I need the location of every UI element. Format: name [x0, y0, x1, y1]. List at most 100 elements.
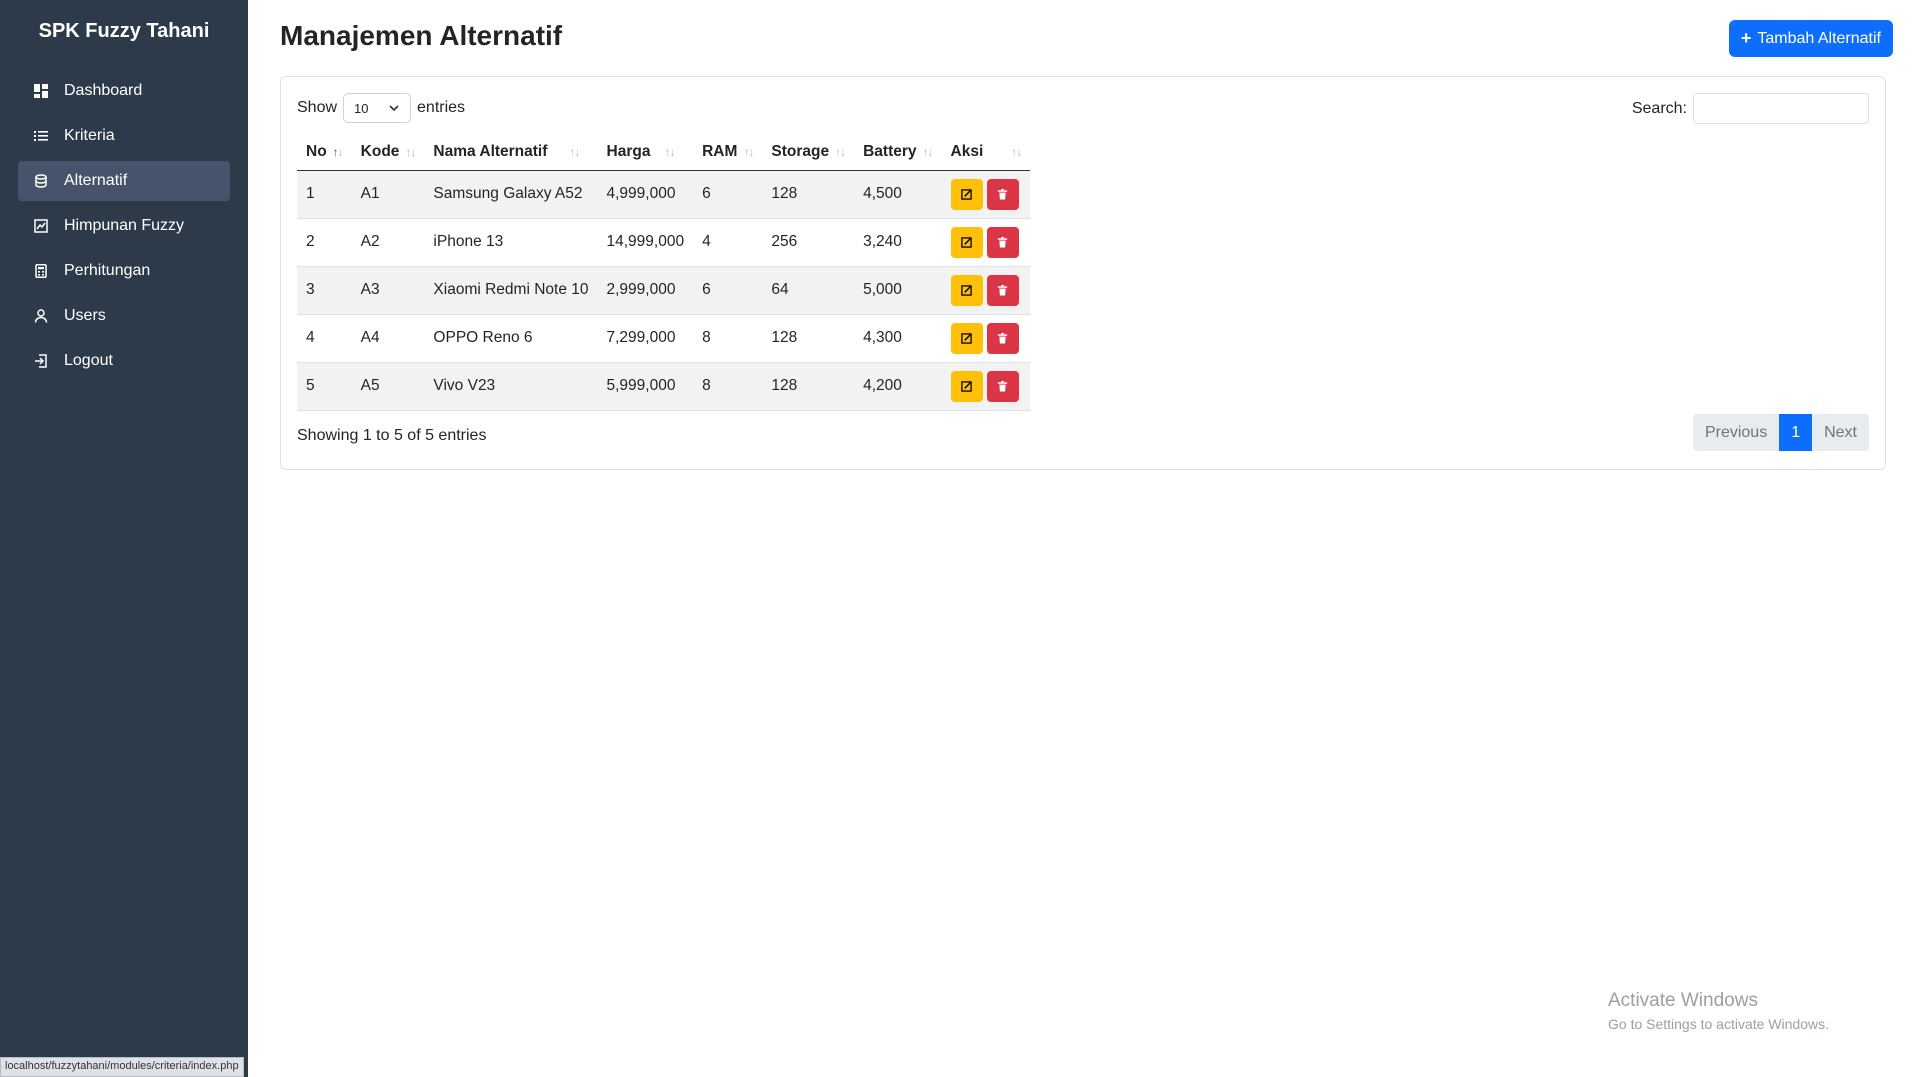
user-icon	[34, 309, 48, 323]
watermark-subtitle: Go to Settings to activate Windows.	[1608, 1016, 1829, 1032]
sort-icon: ↑↓	[405, 144, 416, 159]
list-icon	[34, 129, 48, 143]
cell-ram: 6	[693, 266, 763, 315]
cell-harga: 7,299,000	[597, 314, 694, 363]
cell-nama: Xiaomi Redmi Note 10	[424, 266, 598, 315]
sidebar-item-users[interactable]: Users	[18, 296, 230, 336]
logout-icon	[34, 354, 48, 368]
show-label: Show	[297, 99, 338, 116]
cell-nama: iPhone 13	[424, 218, 598, 267]
cell-storage: 128	[762, 170, 855, 219]
cell-storage: 64	[762, 266, 855, 315]
alternatif-table: No ↑↓ Kode ↑↓ Nama Alternatif ↑↓ Harga ↑↓ RA…	[297, 134, 1031, 411]
page-title: Manajemen Alternatif	[280, 20, 563, 51]
sort-icon: ↑↓	[1011, 144, 1022, 159]
table-row: 5 A5 Vivo V23 5,999,000 8 128 4,200	[297, 362, 1031, 411]
trash-icon	[997, 284, 1008, 296]
sidebar-item-alternatif[interactable]: Alternatif	[18, 161, 230, 201]
cell-harga: 4,999,000	[597, 170, 694, 219]
page-1-button[interactable]: 1	[1779, 414, 1813, 451]
sidebar-nav: Dashboard Kriteria Alternatif Himpunan F…	[0, 62, 248, 381]
delete-button[interactable]	[986, 274, 1019, 306]
main-content: Manajemen Alternatif + Tambah Alternatif…	[248, 0, 1917, 1077]
delete-button[interactable]	[986, 226, 1019, 258]
sidebar-item-label: Himpunan Fuzzy	[64, 217, 185, 234]
sort-icon: ↑↓	[332, 144, 344, 159]
search-input[interactable]	[1693, 93, 1869, 124]
trash-icon	[997, 332, 1008, 344]
cell-nama: OPPO Reno 6	[424, 314, 598, 363]
column-header-kode[interactable]: Kode ↑↓	[351, 134, 425, 171]
sidebar-item-himpunan-fuzzy[interactable]: Himpunan Fuzzy	[18, 206, 230, 246]
cell-kode: A2	[351, 218, 425, 267]
data-table-card: Show 10 entries Search: No ↑↓ Kode ↑↓ Nama…	[280, 76, 1886, 470]
cell-battery: 3,240	[854, 218, 942, 267]
cell-kode: A5	[351, 362, 425, 411]
edit-icon	[961, 284, 972, 296]
activate-windows-watermark: Activate Windows Go to Settings to activ…	[1608, 990, 1829, 1032]
cell-no: 4	[297, 314, 352, 363]
watermark-title: Activate Windows	[1608, 990, 1758, 1011]
column-header-storage[interactable]: Storage ↑↓	[762, 134, 855, 171]
table-row: 3 A3 Xiaomi Redmi Note 10 2,999,000 6 64…	[297, 266, 1031, 315]
sort-icon: ↑↓	[569, 144, 580, 159]
edit-button[interactable]	[950, 226, 983, 258]
column-header-harga[interactable]: Harga ↑↓	[597, 134, 694, 171]
column-header-battery[interactable]: Battery ↑↓	[854, 134, 942, 171]
cell-storage: 128	[762, 314, 855, 363]
sidebar-item-dashboard[interactable]: Dashboard	[18, 71, 230, 111]
cell-no: 1	[297, 170, 352, 219]
sidebar-item-kriteria[interactable]: Kriteria	[18, 116, 230, 156]
sort-icon: ↑↓	[664, 144, 675, 159]
column-header-ram[interactable]: RAM ↑↓	[693, 134, 763, 171]
cell-no: 3	[297, 266, 352, 315]
sidebar-item-perhitungan[interactable]: Perhitungan	[18, 251, 230, 291]
cell-storage: 128	[762, 362, 855, 411]
sidebar-item-logout[interactable]: Logout	[18, 341, 230, 381]
edit-button[interactable]	[950, 178, 983, 210]
cell-aksi	[941, 218, 1031, 267]
delete-button[interactable]	[986, 322, 1019, 354]
next-page-button[interactable]: Next	[1812, 414, 1869, 451]
cell-nama: Vivo V23	[424, 362, 598, 411]
trash-icon	[997, 380, 1008, 392]
sort-icon: ↑↓	[743, 144, 754, 159]
column-header-nama-alternatif[interactable]: Nama Alternatif ↑↓	[424, 134, 598, 171]
database-icon	[34, 174, 48, 188]
cell-ram: 8	[693, 314, 763, 363]
column-header-aksi[interactable]: Aksi ↑↓	[941, 134, 1031, 171]
delete-button[interactable]	[986, 178, 1019, 210]
cell-ram: 6	[693, 170, 763, 219]
column-header-no[interactable]: No ↑↓	[297, 134, 352, 171]
entries-select-value: 10	[354, 100, 369, 116]
cell-storage: 256	[762, 218, 855, 267]
trash-icon	[997, 236, 1008, 248]
plus-icon: +	[1740, 28, 1752, 48]
table-row: 1 A1 Samsung Galaxy A52 4,999,000 6 128 …	[297, 170, 1031, 219]
calculator-icon	[34, 264, 48, 278]
edit-button[interactable]	[950, 322, 983, 354]
cell-aksi	[941, 314, 1031, 363]
cell-nama: Samsung Galaxy A52	[424, 170, 598, 219]
browser-status-bar: localhost/fuzzytahani/modules/criteria/i…	[0, 1057, 244, 1077]
search-control: Search:	[1632, 93, 1869, 124]
previous-page-button[interactable]: Previous	[1692, 414, 1780, 451]
entries-select[interactable]: 10	[343, 93, 412, 123]
edit-button[interactable]	[950, 370, 983, 402]
sort-icon: ↑↓	[922, 144, 934, 159]
add-alternatif-button[interactable]: + Tambah Alternatif	[1728, 20, 1893, 57]
delete-button[interactable]	[986, 370, 1019, 402]
edit-button[interactable]	[950, 274, 983, 306]
cell-aksi	[941, 170, 1031, 219]
search-label: Search:	[1631, 99, 1687, 117]
chart-box-icon	[34, 219, 48, 233]
cell-battery: 5,000	[854, 266, 942, 315]
cell-battery: 4,200	[854, 362, 942, 411]
sidebar-item-label: Users	[64, 307, 106, 324]
brand-title[interactable]: SPK Fuzzy Tahani	[0, 0, 248, 62]
cell-ram: 4	[693, 218, 763, 267]
sidebar-item-label: Dashboard	[64, 82, 143, 99]
pagination: Previous 1 Next	[1692, 414, 1869, 451]
sidebar-item-label: Perhitungan	[64, 262, 151, 279]
cell-kode: A4	[351, 314, 425, 363]
